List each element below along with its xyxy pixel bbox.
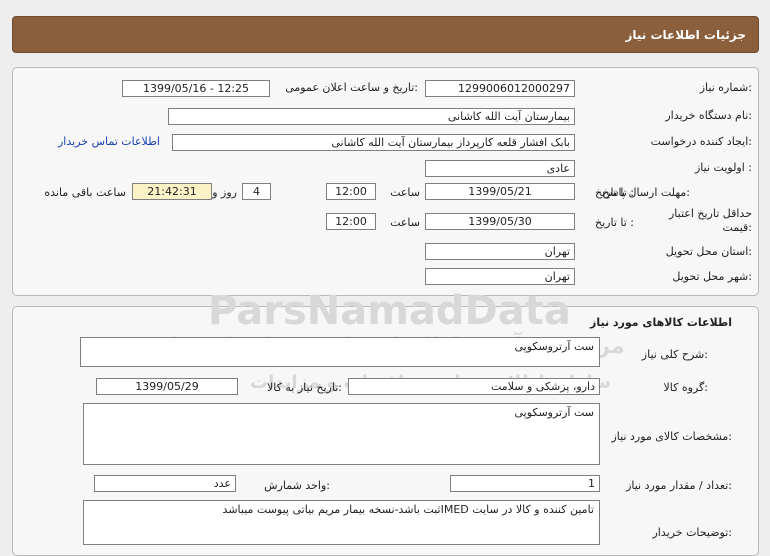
announce-field: 1399/05/16 - 12:25 (122, 80, 270, 97)
validity-label-line1: حداقل تاریخ اعتبار (668, 207, 752, 220)
deadline-date-field: 1399/05/21 (425, 183, 575, 200)
need-info-panel (12, 67, 759, 296)
specs-field: ست آرتروسکوپی (83, 403, 600, 465)
specs-label: مشخصات کالای مورد نیاز: (611, 430, 732, 443)
province-label: استان محل تحویل: (665, 245, 752, 258)
deadline-time-field: 12:00 (326, 183, 376, 200)
validity-time-label: ساعت (390, 216, 420, 229)
days-field: 4 (242, 183, 271, 200)
quantity-label: تعداد / مقدار مورد نیاز: (626, 479, 732, 492)
province-field: تهران (425, 243, 575, 260)
general-desc-label: شرح کلی نیاز: (641, 348, 708, 361)
remaining-time-field: 21:42:31 (132, 183, 212, 200)
quantity-field: 1 (450, 475, 600, 492)
buyer-contact-link[interactable]: اطلاعات تماس خریدار (58, 135, 160, 148)
notes-field: تامین کننده و کالا در سایت IMEDثبت باشد-… (83, 500, 600, 545)
validity-label: حداقل تاریخ اعتبار قیمت: (669, 207, 752, 235)
deadline-time-label: ساعت (390, 186, 420, 199)
requester-label: ایجاد کننده درخواست: (650, 135, 752, 148)
validity-until-label: تا تاریخ : (595, 216, 634, 229)
goods-group-field: دارو، پزشکی و سلامت (348, 378, 600, 395)
remaining-label: ساعت باقی مانده (44, 186, 126, 199)
city-label: شهر محل تحویل: (672, 270, 752, 283)
priority-label: اولویت نیاز : (694, 161, 752, 174)
page-header: جزئیات اطلاعات نیاز (12, 16, 759, 53)
city-field: تهران (425, 268, 575, 285)
need-date-label: تاریخ نیاز به کالا: (267, 381, 342, 394)
need-date-field: 1399/05/29 (96, 378, 238, 395)
days-label: روز و (212, 186, 237, 199)
priority-field: عادی (425, 160, 575, 177)
notes-label: توضیحات خریدار: (652, 526, 733, 539)
buyer-org-field: بیمارستان آیت الله کاشانی (168, 108, 575, 125)
requester-field: بابک افشار قلعه کارپرداز بیمارستان آیت ا… (172, 134, 575, 151)
validity-time-field: 12:00 (326, 213, 376, 230)
announce-label: تاریخ و ساعت اعلان عمومی: (285, 81, 418, 94)
validity-date-field: 1399/05/30 (425, 213, 575, 230)
page-title: جزئیات اطلاعات نیاز (625, 28, 746, 42)
goods-group-label: گروه کالا: (663, 381, 708, 394)
goods-section-title: اطلاعات کالاهای مورد نیاز (590, 316, 732, 329)
validity-label-line2: قیمت: (722, 221, 752, 234)
need-number-label: شماره نیاز: (699, 81, 752, 94)
unit-label: واحد شمارش: (264, 479, 330, 492)
buyer-org-label: نام دستگاه خریدار: (665, 109, 752, 122)
unit-field: عدد (94, 475, 236, 492)
general-desc-field: ست آرتروسکوپی (80, 337, 600, 367)
deadline-until-label: تا تاریخ : (595, 186, 634, 199)
need-number-field: 1299006012000297 (425, 80, 575, 97)
